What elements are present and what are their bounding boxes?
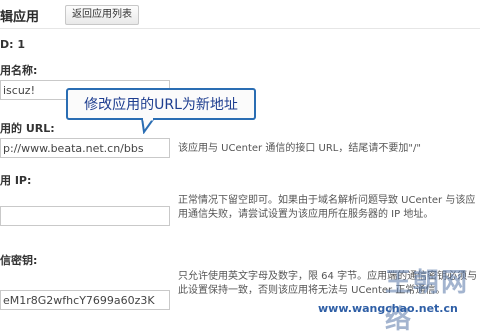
app-url-input[interactable]: p://www.beata.net.cn/bbs bbox=[0, 138, 170, 158]
divider bbox=[0, 28, 480, 29]
comm-key-label: 信密钥: bbox=[0, 254, 38, 267]
comm-key-input[interactable]: eM1r8G2wfhcY7699a60z3K bbox=[0, 290, 170, 310]
back-to-app-list-button[interactable]: 返回应用列表 bbox=[65, 5, 139, 25]
watermark-logo: 王朝网络 bbox=[385, 268, 470, 335]
watermark-url: www.wangchao.net.cn bbox=[318, 302, 458, 315]
app-id: D: 1 bbox=[0, 38, 26, 51]
app-ip-label: 用 IP: bbox=[0, 174, 32, 187]
app-ip-help: 正常情况下留空即可。如果由于域名解析问题导致 UCenter 与该应用通信失败，… bbox=[178, 195, 476, 220]
callout-tail-icon bbox=[140, 118, 156, 134]
annotation-callout: 修改应用的URL为新地址 bbox=[66, 88, 256, 120]
app-url-label: 用的 URL: bbox=[0, 122, 55, 135]
app-url-help: 该应用与 UCenter 通信的接口 URL，结尾请不要加"/" bbox=[178, 143, 421, 154]
app-name-label: 用名称: bbox=[0, 64, 38, 77]
app-ip-input[interactable] bbox=[0, 206, 170, 226]
page-title: 辑应用 bbox=[0, 10, 40, 25]
